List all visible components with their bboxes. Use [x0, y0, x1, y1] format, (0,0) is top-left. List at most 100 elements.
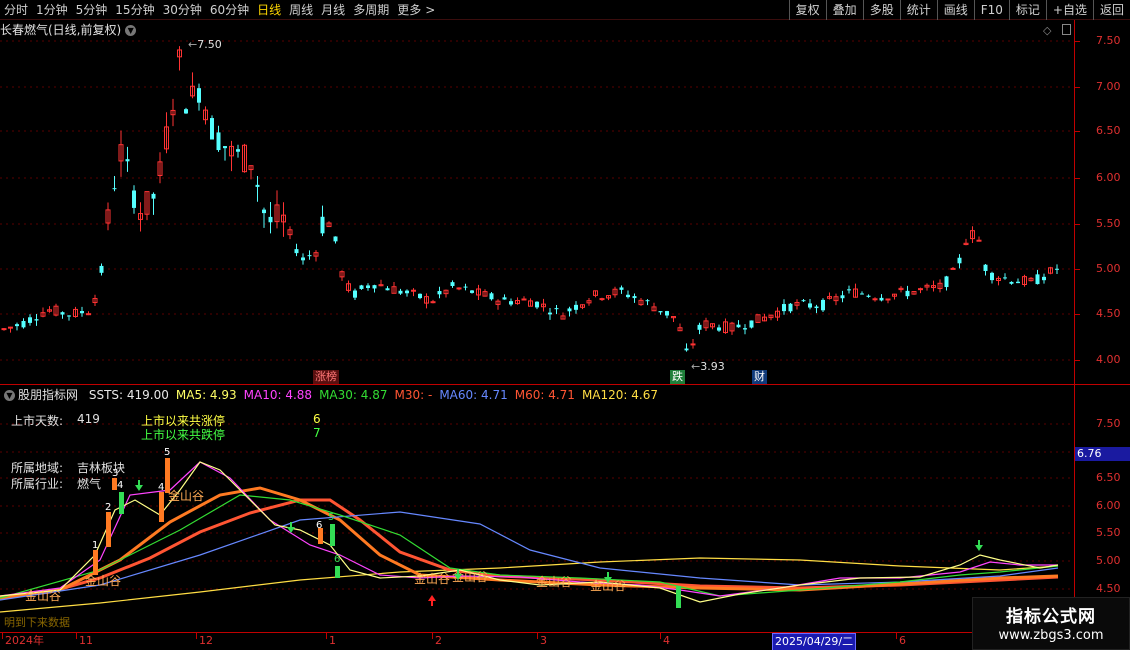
down-candle — [470, 290, 474, 293]
bar-count-label: 6 — [334, 554, 340, 565]
down-candle — [294, 249, 299, 254]
price-axis-label: 4.00 — [1096, 353, 1121, 366]
down-candle — [502, 297, 507, 300]
finance-marker[interactable]: 财 — [752, 370, 767, 384]
signal-bar — [165, 458, 170, 493]
indicator-axis-label: 6.50 — [1096, 471, 1121, 484]
down-candle — [866, 295, 871, 297]
period-toolbar: 分时 1分钟 5分钟 15分钟 30分钟 60分钟 日线 周线 月线 多周期 更多 > 复权 叠加 多股统… — [0, 0, 1130, 20]
down-candle — [821, 299, 825, 311]
period-tab-8[interactable]: 月线 — [317, 0, 349, 20]
down-candle — [405, 290, 409, 294]
date-axis: 2024年 11 12 1 2 3 4 6 2025/04/29/二 — [0, 632, 1075, 650]
toolbar-button-3[interactable]: 统计 — [899, 0, 937, 20]
axis-tick — [1075, 41, 1080, 42]
signal-bar — [335, 566, 340, 578]
limit-up-count: 6 — [313, 412, 321, 426]
ma60-line — [0, 511, 1059, 601]
period-tab-1[interactable]: 1分钟 — [32, 0, 72, 20]
toolbar-button-4[interactable]: 画线 — [936, 0, 974, 20]
down-candle — [1016, 281, 1020, 284]
down-candle — [957, 257, 962, 264]
down-candle — [125, 159, 130, 162]
down-candle — [80, 311, 84, 314]
down-arrow-icon — [287, 527, 295, 533]
bar-count-label: 1 — [92, 540, 98, 551]
up-candle — [976, 239, 982, 242]
high-price-label: ←7.50 — [188, 38, 222, 51]
down-candle — [210, 118, 214, 140]
chevron-right-icon[interactable]: > — [425, 0, 439, 20]
down-candle — [840, 295, 845, 299]
period-tab-3[interactable]: 15分钟 — [111, 0, 158, 20]
toolbar-button-8[interactable]: 返回 — [1092, 0, 1130, 20]
down-candle — [626, 294, 630, 298]
pane-divider — [0, 384, 1130, 385]
listing-days-value: 419 — [77, 412, 100, 426]
period-tab-7[interactable]: 周线 — [285, 0, 317, 20]
down-candle — [262, 209, 266, 214]
down-candle — [665, 311, 669, 316]
period-tab-5[interactable]: 60分钟 — [206, 0, 253, 20]
down-candle — [236, 149, 240, 152]
date-tick — [432, 633, 433, 639]
down-candle — [184, 109, 188, 114]
candlestick-chart[interactable] — [0, 20, 1075, 385]
toolbar-button-6[interactable]: 标记 — [1008, 0, 1046, 20]
up-candle — [521, 298, 527, 301]
down-candle — [658, 311, 663, 313]
signal-bar — [106, 512, 111, 547]
period-tabs: 分时 1分钟 5分钟 15分钟 30分钟 60分钟 日线 周线 月线 多周期 更多 > — [0, 0, 439, 20]
date-label: 1 — [329, 634, 336, 647]
down-candle — [372, 285, 377, 289]
limit-up-rank-marker[interactable]: 涨榜 — [313, 370, 339, 384]
jinshangu-label: 金山谷 — [168, 488, 204, 503]
up-arrow-icon — [428, 595, 436, 601]
up-candle — [599, 298, 605, 301]
toolbar-button-0[interactable]: 复权 — [788, 0, 826, 20]
down-candle — [268, 216, 273, 223]
down-candle — [1009, 281, 1014, 284]
down-candle — [808, 303, 812, 308]
down-candle — [151, 193, 156, 199]
down-arrow-icon — [975, 545, 983, 551]
down-candle — [132, 190, 136, 208]
bar-count-label: 4 — [158, 482, 164, 493]
toolbar-button-1[interactable]: 叠加 — [825, 0, 863, 20]
period-tab-2[interactable]: 5分钟 — [72, 0, 112, 20]
toolbar-button-2[interactable]: 多股 — [862, 0, 900, 20]
indicator-axis-label: 5.00 — [1096, 554, 1121, 567]
tool-buttons: 复权 叠加 多股 统计 画线 F10 标记 +自选 返回 — [788, 0, 1130, 20]
period-tab-10[interactable]: 更多 — [393, 0, 425, 20]
limit-down-label: 上市以来共跌停 — [141, 428, 226, 442]
toolbar-button-5[interactable]: F10 — [973, 0, 1009, 20]
period-tab-0[interactable]: 分时 — [0, 0, 32, 20]
down-candle — [574, 304, 578, 310]
down-candle — [353, 290, 357, 298]
date-tick — [2, 633, 3, 639]
down-candle — [450, 282, 455, 287]
price-axis-label: 6.50 — [1096, 124, 1121, 137]
down-candle — [905, 290, 910, 297]
date-tick — [196, 633, 197, 639]
down-candle — [944, 276, 949, 288]
period-tab-9[interactable]: 多周期 — [349, 0, 393, 20]
bar-count-label: 5 — [164, 447, 170, 458]
down-candle — [34, 319, 39, 321]
down-candle — [1035, 274, 1040, 285]
axis-tick — [1075, 269, 1080, 270]
axis-tick — [1075, 131, 1080, 132]
down-candle — [28, 317, 32, 323]
axis-tick — [1075, 87, 1080, 88]
toolbar-button-7[interactable]: +自选 — [1045, 0, 1093, 20]
date-tick — [896, 633, 897, 639]
region-value: 吉林板块 — [77, 461, 126, 475]
period-tab-6[interactable]: 日线 — [253, 0, 285, 20]
period-tab-4[interactable]: 30分钟 — [159, 0, 206, 20]
drop-marker[interactable]: 跌 — [670, 370, 685, 384]
down-candle — [632, 296, 637, 299]
down-candle — [782, 304, 786, 312]
jinshangu-label: 金山谷 — [25, 588, 61, 603]
axis-tick — [1075, 360, 1080, 361]
up-candle — [8, 326, 13, 329]
